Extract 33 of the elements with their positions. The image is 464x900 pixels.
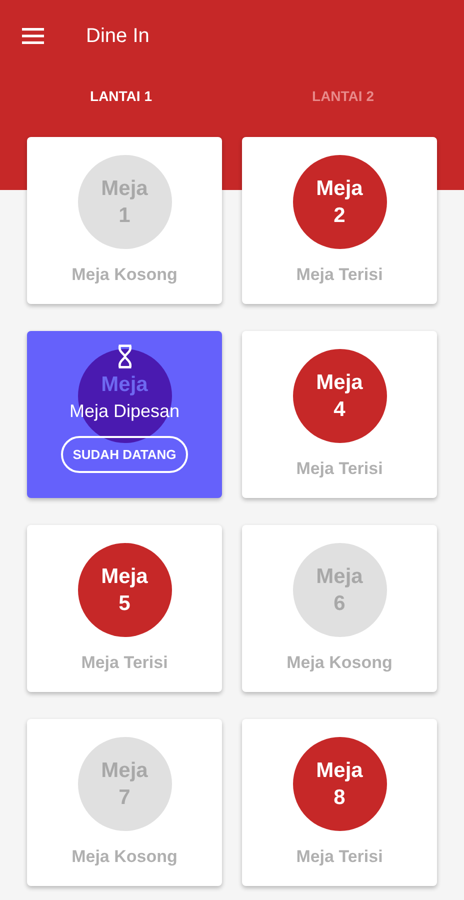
status-label: Meja Kosong xyxy=(72,265,178,285)
status-label: Meja Dipesan xyxy=(69,401,180,422)
table-number: 4 xyxy=(334,397,346,423)
table-name: Meja xyxy=(316,564,363,590)
table-name: Meja xyxy=(101,372,148,398)
table-card[interactable]: Meja 5 Meja Terisi xyxy=(27,525,222,692)
status-label: Meja Terisi xyxy=(296,459,383,479)
arrived-button[interactable]: SUDAH DATANG xyxy=(60,436,188,473)
table-number: 8 xyxy=(334,785,346,811)
table-card[interactable]: Meja Meja Dipesan SUDAH DATANG xyxy=(27,331,222,498)
table-number: 2 xyxy=(334,203,346,229)
table-card[interactable]: Meja 2 Meja Terisi xyxy=(242,137,437,304)
table-name: Meja xyxy=(316,370,363,396)
status-label: Meja Terisi xyxy=(296,265,383,285)
hourglass-icon xyxy=(116,344,132,369)
status-label: Meja Kosong xyxy=(72,847,178,867)
status-label: Meja Terisi xyxy=(81,653,168,673)
table-number: 1 xyxy=(118,203,130,229)
status-label: Meja Terisi xyxy=(296,847,383,867)
table-name: Meja xyxy=(101,176,148,202)
table-name: Meja xyxy=(316,758,363,784)
table-card[interactable]: Meja 8 Meja Terisi xyxy=(242,719,437,886)
table-name: Meja xyxy=(316,176,363,202)
table-number: 5 xyxy=(118,591,130,617)
table-card[interactable]: Meja 4 Meja Terisi xyxy=(242,331,437,498)
table-name: Meja xyxy=(101,564,148,590)
table-number: 7 xyxy=(118,785,130,811)
table-number: 6 xyxy=(334,591,346,617)
status-label: Meja Kosong xyxy=(286,653,392,673)
floor-tab[interactable]: LANTAI 1 xyxy=(90,84,152,108)
screen-title: Dine In xyxy=(86,24,150,48)
table-name: Meja xyxy=(101,758,148,784)
menu-icon[interactable] xyxy=(22,28,44,44)
